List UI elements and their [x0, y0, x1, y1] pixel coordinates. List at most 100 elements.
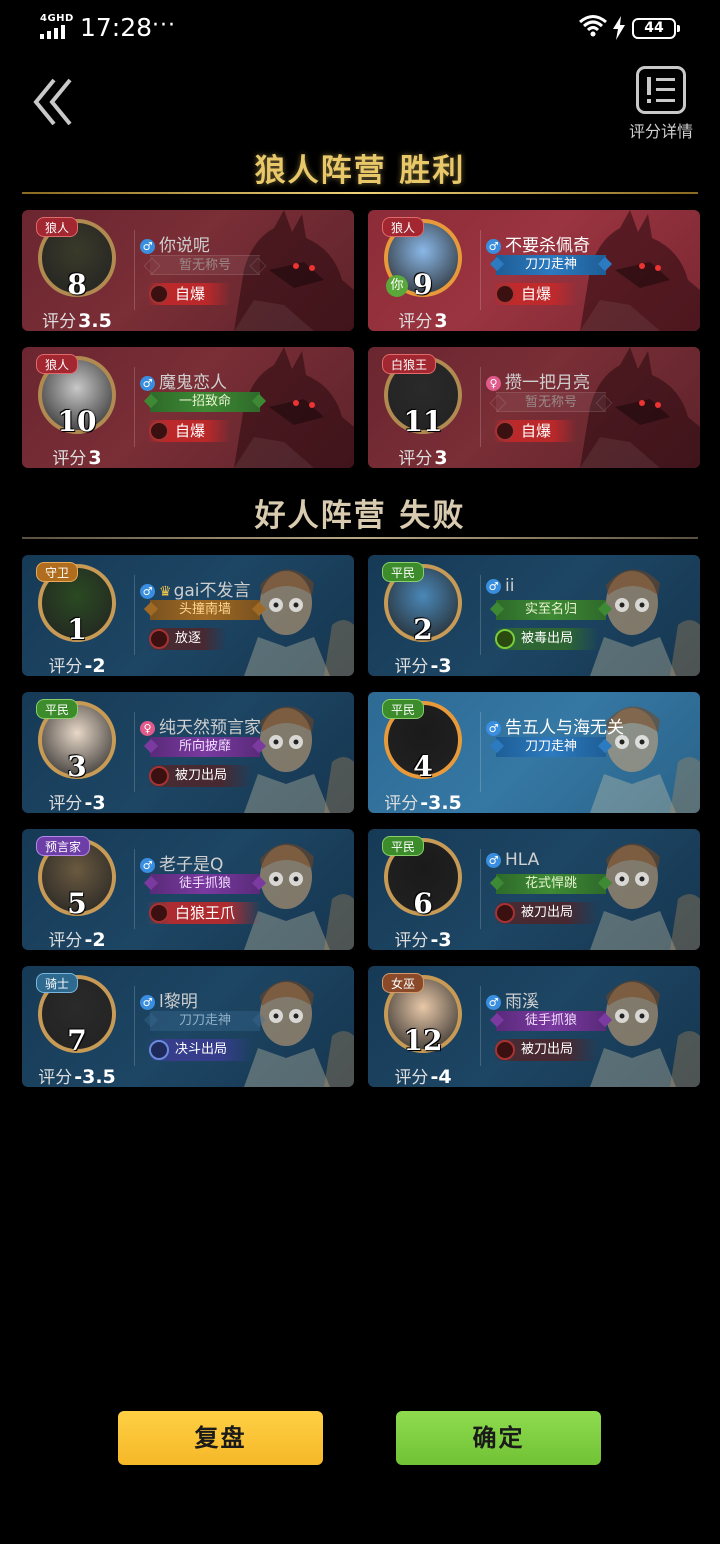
outcome-icon: [495, 629, 515, 649]
score: 评分 -2: [22, 652, 132, 676]
outcome-text: 白狼王爪: [175, 904, 236, 922]
player-card-seat-11[interactable]: 白狼王 11 评分 3 ♀ 攒一把月亮 暂无称号 自爆: [368, 347, 700, 468]
separator: [480, 712, 481, 792]
player-title: 头撞南墙: [150, 600, 260, 620]
player-name: ♂ HLA: [486, 850, 539, 870]
outcome-text: 决斗出局: [175, 1042, 228, 1057]
gender-icon: ♀: [140, 721, 155, 736]
score: 评分 -3: [368, 652, 478, 676]
seat-number: 5: [67, 887, 87, 920]
gender-icon: ♂: [486, 239, 501, 254]
player-card-seat-5[interactable]: 预言家 5 评分 -2 ♂ 老子是Q 徒手抓狼 白狼王爪: [22, 829, 354, 950]
score-label: 评分: [48, 794, 83, 813]
score-value: -3: [84, 792, 106, 813]
score-value: -2: [84, 929, 106, 950]
player-card-seat-8[interactable]: 狼人 8 评分 3.5 ♂ 你说呢 暂无称号 自爆: [22, 210, 354, 331]
separator: [134, 367, 135, 447]
player-card-seat-9[interactable]: 狼人 9 你评分 3 ♂ 不要杀佩奇 刀刀走神 自爆: [368, 210, 700, 331]
outcome-icon: [495, 903, 515, 923]
role-badge: 狼人: [36, 217, 79, 237]
score: 评分 3: [368, 307, 478, 331]
player-name-text: 告五人与海无关: [505, 718, 624, 738]
score-label: 评分: [394, 931, 429, 950]
score-value: -3: [430, 929, 452, 950]
outcome-icon: [495, 421, 515, 441]
player-name: ♂ 魔鬼恋人: [140, 368, 227, 393]
separator: [134, 575, 135, 655]
separator: [480, 575, 481, 655]
player-name-text: gai不发言: [173, 581, 251, 601]
outcome-text: 被刀出局: [175, 768, 228, 783]
seat-number: 6: [413, 887, 433, 920]
score-label: 评分: [42, 312, 77, 331]
player-card-seat-4[interactable]: 平民 4 评分 -3.5 ♂ 告五人与海无关 刀刀走神: [368, 692, 700, 813]
score: 评分 -3.5: [368, 789, 478, 813]
player-name-text: l黎明: [159, 992, 198, 1012]
player-title: 所向披靡: [150, 737, 260, 757]
player-title: 花式悍跳: [496, 874, 606, 894]
gender-icon: ♂: [486, 721, 501, 736]
good-divider: [22, 537, 698, 539]
wifi-icon: [579, 15, 607, 37]
separator: [480, 367, 481, 447]
player-card-seat-3[interactable]: 平民 3 评分 -3 ♀ 纯天然预言家 所向披靡 被刀出局: [22, 692, 354, 813]
score-value: 3: [88, 447, 102, 468]
outcome-icon: [149, 766, 169, 786]
seat-number: 12: [403, 1024, 443, 1057]
confirm-button[interactable]: 确定: [396, 1411, 601, 1465]
score-detail-button[interactable]: 评分详情: [622, 66, 700, 144]
outcome-icon: [495, 284, 515, 304]
player-name: ♂ 老子是Q: [140, 850, 223, 875]
gender-icon: ♂: [486, 853, 501, 868]
score-label: 评分: [38, 1068, 73, 1087]
score-value: -3.5: [420, 792, 462, 813]
player-name-text: 老子是Q: [159, 855, 224, 875]
gender-icon: ♂: [486, 995, 501, 1010]
outcome-text: 被刀出局: [521, 1042, 574, 1057]
status-bar: 4GHD 17:28 ··· 44: [0, 0, 720, 58]
outcome-icon: [149, 1040, 169, 1060]
outcome-badge: 自爆: [147, 420, 232, 442]
separator: [480, 230, 481, 310]
role-badge: 骑士: [36, 973, 79, 993]
gender-icon: ♂: [140, 584, 155, 599]
seat-number: 11: [403, 405, 443, 438]
list-icon: [636, 66, 686, 114]
player-card-seat-10[interactable]: 狼人 10 评分 3 ♂ 魔鬼恋人 一招致命 自爆: [22, 347, 354, 468]
score-value: 3: [434, 447, 448, 468]
role-badge: 平民: [382, 836, 425, 856]
role-badge: 预言家: [36, 836, 91, 856]
role-badge: 白狼王: [382, 354, 437, 374]
player-name-text: 雨溪: [505, 992, 539, 1012]
player-title: 实至名归: [496, 600, 606, 620]
player-card-seat-6[interactable]: 平民 6 评分 -3 ♂ HLA 花式悍跳 被刀出局: [368, 829, 700, 950]
werewolf-camp-title: 狼人阵营 胜利: [254, 153, 466, 189]
score-label: 评分: [48, 657, 83, 676]
outcome-badge: 决斗出局: [147, 1039, 254, 1061]
score-label: 评分: [398, 449, 433, 468]
player-name: ♂ ii: [486, 576, 514, 596]
player-name-text: 不要杀佩奇: [505, 236, 590, 256]
player-name-text: ii: [505, 576, 515, 596]
seat-number: 10: [57, 405, 97, 438]
outcome-text: 自爆: [175, 285, 206, 303]
score-label: 评分: [384, 794, 419, 813]
outcome-text: 被毒出局: [521, 631, 574, 646]
seat-number: 1: [67, 613, 87, 646]
back-button[interactable]: [28, 74, 84, 130]
replay-button[interactable]: 复盘: [118, 1411, 323, 1465]
seat-number: 3: [67, 750, 87, 783]
score: 评分 -2: [22, 926, 132, 950]
separator: [134, 986, 135, 1066]
player-card-seat-2[interactable]: 平民 2 评分 -3 ♂ ii 实至名归 被毒出局: [368, 555, 700, 676]
score-detail-label: 评分详情: [628, 122, 693, 141]
score-value: -4: [430, 1066, 452, 1087]
clock: 17:28: [80, 13, 153, 42]
player-card-seat-7[interactable]: 骑士 7 评分 -3.5 ♂ l黎明 刀刀走神 决斗出局: [22, 966, 354, 1087]
role-badge: 平民: [382, 562, 425, 582]
player-name-text: 纯天然预言家: [159, 718, 261, 738]
score: 评分 -3: [22, 789, 132, 813]
player-card-seat-1[interactable]: 守卫 1 评分 -2 ♂ ♛ gai不发言 头撞南墙 放逐: [22, 555, 354, 676]
seat-number: 4: [413, 750, 433, 783]
player-card-seat-12[interactable]: 女巫 12 评分 -4 ♂ 雨溪 徒手抓狼 被刀出局: [368, 966, 700, 1087]
